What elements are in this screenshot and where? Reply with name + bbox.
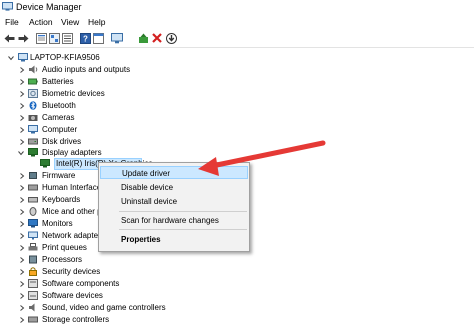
- menu-item-label: Uninstall device: [121, 197, 178, 206]
- view-panel-icon[interactable]: [92, 32, 104, 44]
- menu-item-disable-device[interactable]: Disable device: [100, 181, 248, 194]
- display-adapter-icon: [40, 159, 50, 168]
- menu-view[interactable]: View: [61, 17, 79, 27]
- processor-icon: [29, 255, 37, 264]
- speaker-icon: [29, 65, 38, 74]
- menu-item-update-driver[interactable]: Update driver: [100, 166, 248, 179]
- chevron-right-icon[interactable]: [19, 269, 25, 275]
- network-icon: [28, 231, 38, 240]
- menu-item-label: Properties: [121, 235, 161, 244]
- menu-item-scan-hardware[interactable]: Scan for hardware changes: [100, 214, 248, 227]
- download-icon[interactable]: [165, 32, 177, 44]
- printer-icon: [28, 243, 38, 251]
- menu-separator: [119, 211, 247, 212]
- tree-item-label: Security devices: [42, 267, 101, 276]
- menu-bar: File Action View Help: [0, 16, 474, 29]
- chevron-right-icon[interactable]: [19, 317, 25, 323]
- tree-item-label: Software devices: [42, 291, 103, 300]
- tree-item-label: Processors: [42, 255, 83, 264]
- menu-item-label: Scan for hardware changes: [121, 216, 219, 225]
- svg-text:?: ?: [83, 34, 88, 43]
- chevron-right-icon[interactable]: [19, 67, 25, 73]
- bluetooth-icon: [29, 101, 37, 110]
- window-title: Device Manager: [16, 2, 82, 12]
- tree-item-label: Print queues: [42, 243, 87, 252]
- context-menu: Update driver Disable device Uninstall d…: [98, 162, 250, 252]
- mouse-icon: [29, 207, 37, 216]
- chevron-right-icon[interactable]: [19, 103, 25, 109]
- sound-icon: [29, 303, 35, 312]
- tree-item-label: Sound, video and game controllers: [42, 303, 166, 312]
- menu-item-properties[interactable]: Properties: [100, 233, 248, 246]
- add-driver-icon[interactable]: [137, 32, 149, 44]
- fingerprint-icon: [28, 89, 38, 98]
- display-adapter-icon: [28, 148, 38, 157]
- chevron-right-icon[interactable]: [19, 281, 25, 287]
- menu-item-uninstall-device[interactable]: Uninstall device: [100, 195, 248, 208]
- device-manager-icon: [2, 2, 13, 11]
- menu-help[interactable]: Help: [88, 17, 105, 27]
- tree-item-label: Software components: [42, 279, 120, 288]
- help-icon[interactable]: ?: [79, 32, 91, 44]
- show-hidden-icon[interactable]: [48, 32, 60, 44]
- chevron-right-icon[interactable]: [19, 139, 25, 145]
- camera-icon: [28, 115, 38, 121]
- title-bar: Device Manager: [0, 0, 474, 15]
- properties-icon[interactable]: [35, 32, 47, 44]
- software-device-icon: [28, 291, 38, 300]
- chevron-right-icon[interactable]: [19, 79, 25, 85]
- menu-action[interactable]: Action: [29, 17, 53, 27]
- remove-icon[interactable]: [151, 32, 163, 44]
- tree-item-label: Computer: [42, 125, 78, 134]
- chevron-right-icon[interactable]: [19, 185, 25, 191]
- security-icon: [29, 267, 37, 276]
- monitor-icon: [28, 219, 38, 228]
- menu-separator: [119, 229, 247, 230]
- keyboard-icon: [28, 197, 38, 203]
- hid-icon: [28, 184, 38, 191]
- chevron-right-icon[interactable]: [19, 257, 25, 263]
- chevron-right-icon[interactable]: [19, 305, 25, 311]
- tree-item-label: Firmware: [42, 171, 76, 180]
- chevron-right-icon[interactable]: [19, 197, 25, 203]
- chevron-right-icon[interactable]: [19, 221, 25, 227]
- back-arrow-icon[interactable]: [3, 32, 15, 44]
- menu-item-label: Disable device: [121, 183, 174, 192]
- forward-arrow-icon[interactable]: [17, 32, 29, 44]
- chevron-right-icon[interactable]: [19, 293, 25, 299]
- chevron-right-icon[interactable]: [19, 115, 25, 121]
- battery-icon: [28, 78, 38, 85]
- tree-item-label: Biometric devices: [42, 89, 105, 98]
- chevron-down-icon[interactable]: [8, 55, 14, 61]
- scan-monitor-icon[interactable]: [111, 32, 123, 44]
- tree-item-label: Cameras: [42, 113, 75, 122]
- tree-item-label: Audio inputs and outputs: [42, 65, 131, 74]
- view-list-icon[interactable]: [61, 32, 73, 44]
- tree-item-label: Batteries: [42, 77, 74, 86]
- tree-item-label: Monitors: [42, 219, 73, 228]
- disk-icon: [28, 138, 38, 145]
- chevron-down-icon[interactable]: [18, 150, 24, 156]
- chevron-right-icon[interactable]: [19, 233, 25, 239]
- tree-item-label: Bluetooth: [42, 101, 76, 110]
- monitor-icon: [28, 125, 38, 134]
- tree-item-label: Storage controllers: [42, 315, 110, 324]
- toolbar: ?: [0, 30, 474, 48]
- chevron-right-icon[interactable]: [19, 173, 25, 179]
- tree-root-label: LAPTOP-KFIA9506: [30, 53, 100, 62]
- storage-controller-icon: [28, 316, 38, 323]
- tree-item-label: Network adapters: [42, 231, 105, 240]
- chevron-right-icon[interactable]: [19, 127, 25, 133]
- computer-icon: [18, 53, 28, 62]
- software-component-icon: [28, 279, 38, 288]
- chevron-right-icon[interactable]: [19, 245, 25, 251]
- chevron-right-icon[interactable]: [19, 209, 25, 215]
- tree-item-label: Keyboards: [42, 195, 81, 204]
- menu-file[interactable]: File: [5, 17, 19, 27]
- menu-item-label: Update driver: [122, 169, 171, 178]
- chevron-right-icon[interactable]: [19, 91, 25, 97]
- chip-icon: [29, 172, 37, 179]
